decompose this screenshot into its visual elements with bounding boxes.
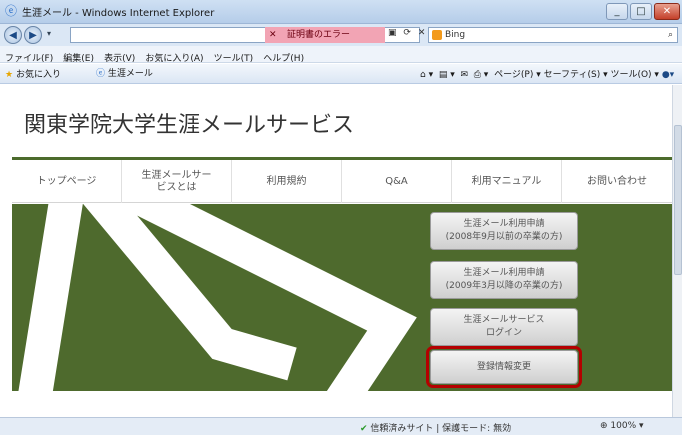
command-menus[interactable]: ページ(P) ▾ セーフティ(S) ▾ ツール(O) ▾	[494, 70, 659, 80]
search-engine-label: Bing	[445, 30, 466, 40]
ie-page-icon: ⓔ	[96, 69, 106, 79]
ie-icon: ⓔ	[5, 4, 18, 18]
shield-error-icon: ✕	[269, 30, 277, 40]
nav-top-page[interactable]: トップページ	[12, 160, 122, 203]
menu-favorites[interactable]: お気に入り(A)	[145, 54, 203, 64]
tab-label: 生涯メール	[107, 69, 153, 79]
checkmark-icon: ✔	[360, 424, 368, 434]
chevron-down-icon: ▾	[639, 421, 644, 431]
nav-faq[interactable]: Q&A	[342, 160, 452, 203]
favorites-bar: ★ お気に入り ⓔ 生涯メール ⌂ ▾ ▤ ▾ ✉ ⎙ ▾ ページ(P) ▾ セ…	[0, 64, 682, 84]
address-tools: ▣ ⟳ ✕	[388, 28, 427, 38]
hero-banner: 生涯メール利用申請 (2008年9月以前の卒業の方) 生涯メール利用申請 (20…	[12, 204, 672, 391]
minimize-button[interactable]: _	[606, 3, 628, 20]
back-button[interactable]: ◀	[4, 26, 22, 44]
security-zone-label: 信頼済みサイト | 保護モード: 無効	[370, 424, 512, 434]
security-zone[interactable]: ✔ 信頼済みサイト | 保護モード: 無効	[360, 421, 511, 434]
favorites-button[interactable]: ★ お気に入り	[5, 67, 61, 80]
search-input[interactable]: Bing ⌕	[428, 27, 678, 43]
update-registration-button[interactable]: 登録情報変更	[430, 350, 578, 384]
apply-before-2008-label: 生涯メール利用申請 (2008年9月以前の卒業の方)	[445, 219, 563, 242]
home-icon[interactable]: ⌂ ▾	[420, 70, 433, 80]
close-button[interactable]: ✕	[654, 3, 680, 20]
zoom-level: 100%	[610, 421, 637, 431]
favorites-label: お気に入り	[15, 70, 61, 80]
nav-about-service[interactable]: 生涯メールサービスとは	[122, 160, 232, 203]
maximize-button[interactable]: □	[630, 3, 652, 20]
nav-about-service-label: 生涯メールサービスとは	[141, 169, 212, 193]
mail-icon[interactable]: ✉	[460, 70, 468, 80]
page-viewport: 関東学院大学生涯メールサービス トップページ 生涯メールサービスとは 利用規約 …	[12, 85, 672, 417]
update-registration-label: 登録情報変更	[476, 361, 531, 372]
address-bar-row: ◀ ▶ ▾ ✕ 証明書のエラー ▣ ⟳ ✕ Bing ⌕	[0, 24, 682, 46]
bing-icon	[432, 30, 442, 40]
apply-before-2008-button[interactable]: 生涯メール利用申請 (2008年9月以前の卒業の方)	[430, 212, 578, 250]
nav-contact[interactable]: お問い合わせ	[562, 160, 672, 203]
star-icon: ★	[5, 70, 14, 80]
compatibility-icon[interactable]: ▣	[388, 28, 399, 38]
menu-file[interactable]: ファイル(F)	[5, 54, 53, 64]
zoom-control[interactable]: ⊕ 100% ▾	[600, 421, 644, 431]
history-dropdown-icon[interactable]: ▾	[47, 29, 51, 38]
apply-after-2009-button[interactable]: 生涯メール利用申請 (2009年3月以降の卒業の方)	[430, 261, 578, 299]
apply-after-2009-label: 生涯メール利用申請 (2009年3月以降の卒業の方)	[445, 268, 563, 291]
help-icon[interactable]: ●▾	[662, 70, 674, 80]
refresh-icon[interactable]: ⟳	[403, 28, 413, 38]
print-icon[interactable]: ⎙ ▾	[474, 70, 489, 80]
menu-tools[interactable]: ツール(T)	[214, 54, 254, 64]
menu-edit[interactable]: 編集(E)	[63, 54, 94, 64]
search-icon[interactable]: ⌕	[668, 28, 673, 43]
login-label: 生涯メールサービス ログイン	[463, 315, 545, 338]
nav-manual[interactable]: 利用マニュアル	[452, 160, 562, 203]
title-bar: ⓔ 生涯メール - Windows Internet Explorer _ □ …	[0, 0, 682, 24]
status-bar: ✔ 信頼済みサイト | 保護モード: 無効 ⊕ 100% ▾	[0, 417, 682, 435]
window-title: 生涯メール - Windows Internet Explorer	[22, 8, 215, 19]
stop-icon[interactable]: ✕	[418, 28, 428, 38]
zoom-icon: ⊕	[600, 421, 608, 431]
menu-help[interactable]: ヘルプ(H)	[263, 54, 304, 64]
certificate-error-label: 証明書のエラー	[287, 30, 351, 40]
login-button[interactable]: 生涯メールサービス ログイン	[430, 308, 578, 346]
feeds-icon[interactable]: ▤ ▾	[439, 70, 455, 80]
menu-bar: ファイル(F) 編集(E) 表示(V) お気に入り(A) ツール(T) ヘルプ(…	[0, 46, 682, 64]
command-bar[interactable]: ⌂ ▾ ▤ ▾ ✉ ⎙ ▾ ページ(P) ▾ セーフティ(S) ▾ ツール(O)…	[420, 67, 674, 80]
scrollbar-thumb[interactable]	[674, 125, 682, 275]
vertical-scrollbar[interactable]	[672, 85, 682, 417]
nav-terms[interactable]: 利用規約	[232, 160, 342, 203]
forward-button[interactable]: ▶	[24, 26, 42, 44]
menu-view[interactable]: 表示(V)	[104, 54, 135, 64]
tab-current[interactable]: ⓔ 生涯メール	[96, 66, 153, 82]
page-title: 関東学院大学生涯メールサービス	[24, 113, 355, 138]
certificate-error-badge[interactable]: ✕ 証明書のエラー	[265, 27, 385, 43]
site-nav: トップページ 生涯メールサービスとは 利用規約 Q&A 利用マニュアル お問い合…	[12, 157, 672, 203]
